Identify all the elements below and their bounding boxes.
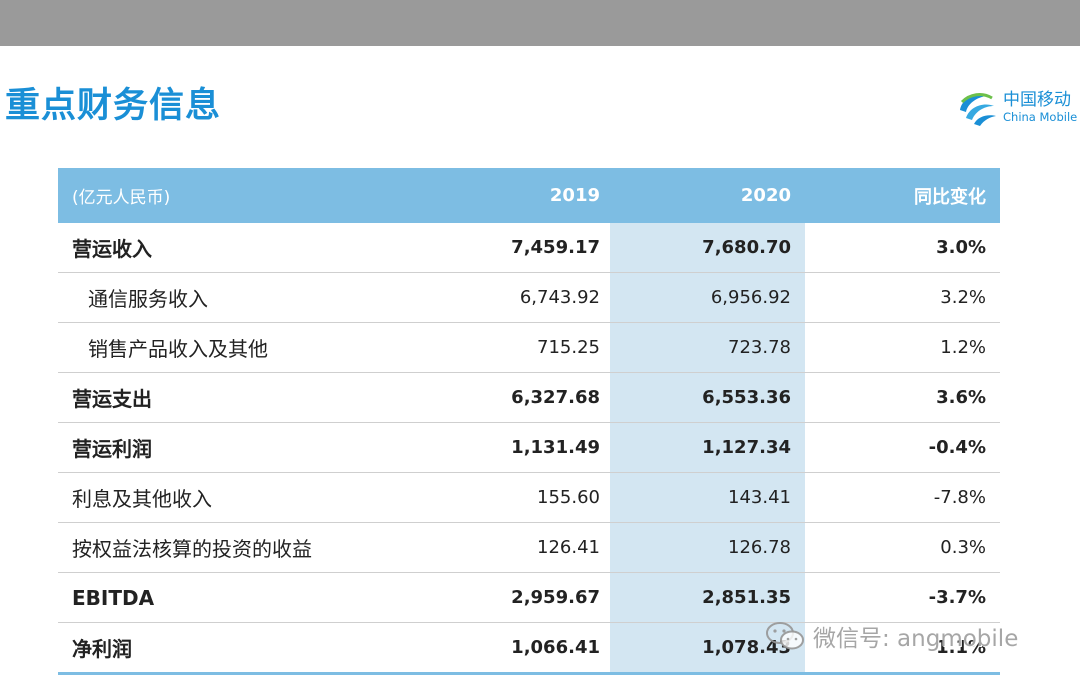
wechat-icon [766, 622, 804, 650]
row-2019: 1,131.49 [511, 437, 600, 458]
logo-cn-text: 中国移动 [1003, 90, 1071, 110]
table-row: 营运收入 7,459.17 7,680.70 3.0% [58, 223, 1000, 273]
financial-table: (亿元人民币) 2019 2020 同比变化 营运收入 7,459.17 7,6… [58, 168, 1000, 675]
row-label: 营运收入 [72, 237, 152, 261]
row-2019: 6,327.68 [511, 387, 600, 408]
watermark-text: 微信号: angmobile [813, 626, 1019, 652]
row-2020: 6,956.92 [710, 287, 791, 308]
row-2019: 126.41 [537, 537, 600, 558]
table-row: 通信服务收入 6,743.92 6,956.92 3.2% [58, 273, 1000, 323]
row-2020: 7,680.70 [702, 237, 791, 258]
row-2019: 155.60 [537, 487, 600, 508]
row-2019: 6,743.92 [519, 287, 600, 308]
row-2019: 1,066.41 [511, 637, 600, 658]
row-change: 3.0% [936, 237, 986, 258]
row-change: -3.7% [928, 587, 986, 608]
row-change: -0.4% [928, 437, 986, 458]
row-2020: 6,553.36 [702, 387, 791, 408]
row-change: 1.2% [940, 337, 986, 358]
row-label: 按权益法核算的投资的收益 [72, 537, 312, 561]
page-title: 重点财务信息 [5, 86, 222, 126]
table-row: 营运利润 1,131.49 1,127.34 -0.4% [58, 423, 1000, 473]
header-2019: 2019 [549, 185, 600, 206]
row-2020: 1,078.43 [702, 637, 791, 658]
row-label: EBITDA [72, 585, 155, 610]
table-row: 按权益法核算的投资的收益 126.41 126.78 0.3% [58, 523, 1000, 573]
row-2019: 715.25 [537, 337, 600, 358]
china-mobile-logo-icon [960, 93, 996, 126]
row-label: 营运利润 [72, 437, 152, 461]
table-header: (亿元人民币) 2019 2020 同比变化 [58, 168, 1000, 223]
logo-en-text: China Mobile [1003, 110, 1078, 124]
row-label: 利息及其他收入 [72, 487, 212, 511]
header-change: 同比变化 [914, 186, 986, 208]
row-label: 营运支出 [72, 387, 152, 411]
table-row: 利息及其他收入 155.60 143.41 -7.8% [58, 473, 1000, 523]
row-change: 3.6% [936, 387, 986, 408]
watermark: 微信号: angmobile [765, 616, 1018, 656]
row-2020: 723.78 [728, 337, 791, 358]
row-2020: 126.78 [728, 537, 791, 558]
row-2019: 2,959.67 [511, 587, 600, 608]
row-2020: 1,127.34 [702, 437, 791, 458]
header-unit: (亿元人民币) [72, 188, 171, 208]
top-band [0, 0, 1080, 46]
row-change: 0.3% [940, 537, 986, 558]
row-change: -7.8% [933, 487, 986, 508]
row-label: 销售产品收入及其他 [88, 337, 268, 361]
header-2020: 2020 [740, 185, 791, 206]
row-2020: 143.41 [728, 487, 791, 508]
china-mobile-logo: 中国移动 China Mobile [956, 86, 1080, 128]
row-2020: 2,851.35 [702, 587, 791, 608]
row-label: 净利润 [72, 637, 132, 661]
row-2019: 7,459.17 [511, 237, 600, 258]
table-row: 销售产品收入及其他 715.25 723.78 1.2% [58, 323, 1000, 373]
row-change: 3.2% [940, 287, 986, 308]
row-label: 通信服务收入 [88, 287, 208, 311]
table-body: 营运收入 7,459.17 7,680.70 3.0% 通信服务收入 6,743… [58, 223, 1000, 675]
table-row: 营运支出 6,327.68 6,553.36 3.6% [58, 373, 1000, 423]
